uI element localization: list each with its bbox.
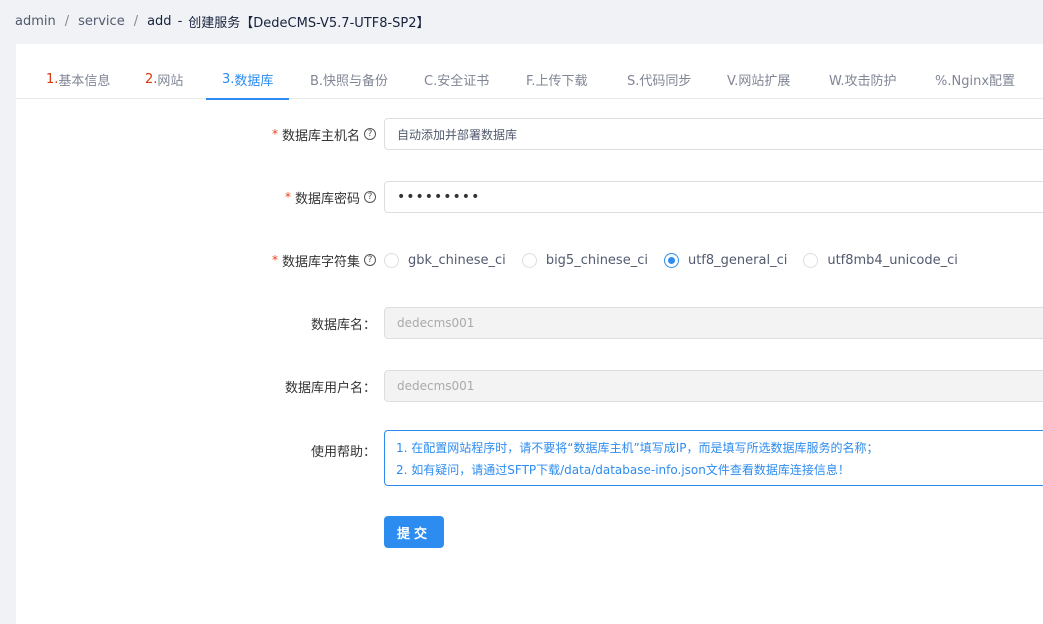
charset-label: * 数据库字符集 ?	[16, 251, 384, 270]
dbuser-input: dedecms001	[384, 370, 1043, 402]
form-row-password: * 数据库密码 ? •••••••••	[16, 181, 1043, 213]
question-circle-icon[interactable]: ?	[364, 128, 376, 140]
tab-ssl-cert[interactable]: C.安全证书	[408, 59, 505, 99]
tab-database[interactable]: 3. 数据库	[206, 59, 290, 100]
radio-circle[interactable]	[521, 252, 537, 268]
radio-utf8-general-ci[interactable]: utf8_general_ci	[663, 252, 787, 268]
tab-upload-download[interactable]: F.上传下载	[510, 59, 604, 99]
radio-circle[interactable]	[803, 252, 819, 268]
help-label: 使用帮助：	[310, 445, 376, 460]
submit-button[interactable]: 提交	[384, 516, 444, 548]
tab-code-sync[interactable]: S.代码同步	[611, 59, 707, 99]
radio-gbk-chinese-ci[interactable]: gbk_chinese_ci	[384, 252, 506, 268]
breadcrumb-separator: /	[64, 13, 70, 29]
required-mark: *	[271, 127, 278, 141]
tab-website[interactable]: 2. 网站	[129, 59, 199, 99]
tab-nginx-config[interactable]: %.Nginx配置	[919, 59, 1031, 99]
dbname-input: dedecms001	[384, 307, 1043, 339]
charset-radio-group: gbk_chinese_ci big5_chinese_ci utf8_gene…	[384, 252, 974, 268]
dbuser-label: 数据库用户名：	[284, 380, 376, 396]
password-input[interactable]: •••••••••	[384, 181, 1043, 213]
form-row-charset: * 数据库字符集 ? gbk_chinese_ci big5_chinese_c…	[16, 244, 1043, 276]
tab-site-extension[interactable]: V.网站扩展	[711, 59, 806, 99]
radio-circle[interactable]	[384, 252, 399, 268]
breadcrumb-separator: /	[133, 13, 139, 29]
breadcrumb-add: add	[147, 13, 172, 29]
required-mark: *	[284, 190, 291, 204]
tab-bar: 1. 基本信息 2. 网站 3. 数据库 B.快照与备份 C.安全证书 F.上传下载 …	[16, 59, 1043, 100]
form-row-host: * 数据库主机名 ? 自动添加并部署数据库	[16, 118, 1043, 150]
form-row-help: 使用帮助： 1. 在配置网站程序时，请不要将“数据库主机”填写成IP，而是填写所…	[16, 430, 1043, 486]
question-circle-icon[interactable]: ?	[364, 254, 376, 266]
dbname-label: 数据库名：	[310, 317, 376, 333]
breadcrumb-admin[interactable]: admin	[15, 14, 56, 29]
help-line-2: 2. 如有疑问，请通过SFTP下载/data/database-info.jso…	[396, 463, 850, 477]
radio-big5-chinese-ci[interactable]: big5_chinese_ci	[521, 252, 648, 268]
form-row-dbuser: 数据库用户名： dedecms001	[16, 370, 1043, 402]
question-circle-icon[interactable]: ?	[364, 191, 376, 203]
form-card: 1. 基本信息 2. 网站 3. 数据库 B.快照与备份 C.安全证书 F.上传下载 …	[16, 44, 1043, 624]
required-mark: *	[271, 253, 278, 267]
host-input[interactable]: 自动添加并部署数据库	[384, 118, 1043, 150]
radio-circle-checked[interactable]	[663, 252, 679, 268]
tab-attack-protection[interactable]: W.攻击防护	[813, 59, 913, 99]
tab-basic-info[interactable]: 1. 基本信息	[30, 59, 126, 99]
breadcrumb: admin / service / add - 创建服务【DedeCMS-V5.…	[0, 0, 1043, 42]
page-title: 创建服务【DedeCMS-V5.7-UTF8-SP2】	[188, 15, 430, 31]
help-textbox[interactable]: 1. 在配置网站程序时，请不要将“数据库主机”填写成IP，而是填写所选数据库服务…	[384, 430, 1043, 486]
tab-snapshot-backup[interactable]: B.快照与备份	[294, 59, 404, 99]
breadcrumb-dash: -	[177, 13, 183, 29]
password-label: * 数据库密码 ?	[16, 188, 384, 207]
radio-utf8mb4-unicode-ci[interactable]: utf8mb4_unicode_ci	[803, 252, 958, 268]
help-line-1: 1. 在配置网站程序时，请不要将“数据库主机”填写成IP，而是填写所选数据库服务…	[396, 441, 879, 455]
form-row-dbname: 数据库名： dedecms001	[16, 307, 1043, 339]
breadcrumb-service[interactable]: service	[78, 14, 125, 29]
host-label: * 数据库主机名 ?	[16, 125, 384, 144]
